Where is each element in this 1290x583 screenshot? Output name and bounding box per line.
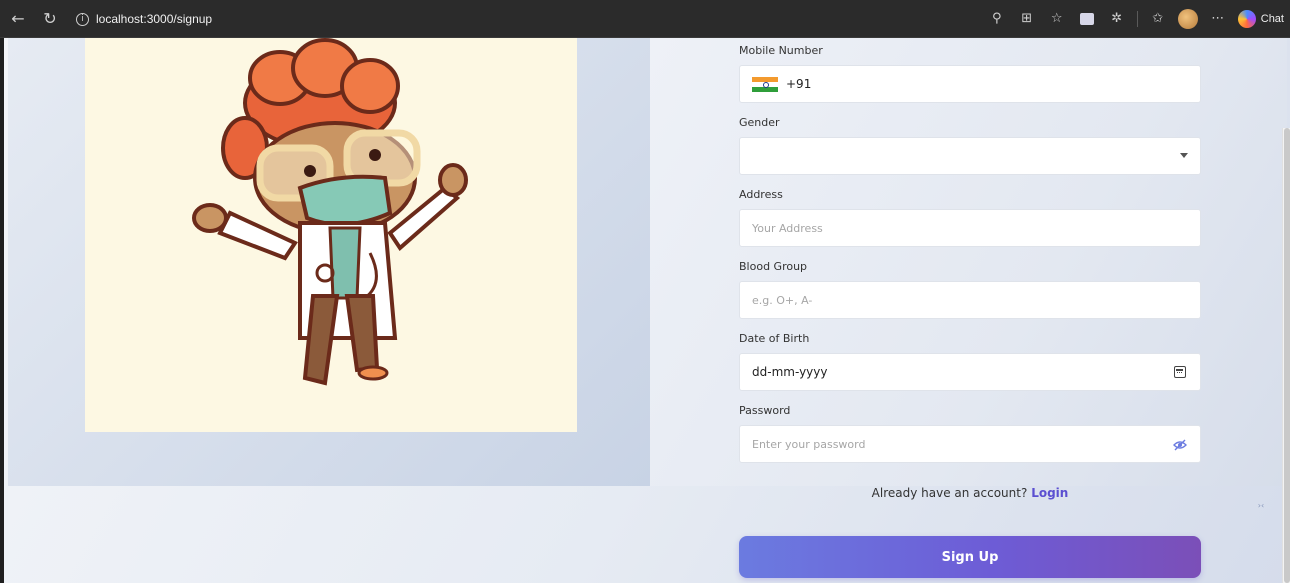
gender-label: Gender	[739, 116, 780, 129]
date-of-birth-value: dd-mm-yyyy	[752, 365, 828, 379]
address-bar[interactable]: i localhost:3000/signup	[70, 8, 222, 30]
copilot-icon	[1237, 10, 1256, 28]
address-field[interactable]	[739, 209, 1201, 247]
copilot-chat-button[interactable]: Chat	[1237, 10, 1284, 28]
address-input[interactable]	[752, 210, 1188, 246]
address-label: Address	[739, 188, 783, 201]
favorite-star-icon[interactable]: ☆	[1047, 9, 1067, 29]
more-icon[interactable]: ⋯	[1208, 9, 1228, 29]
apps-icon[interactable]: ⊞	[1017, 9, 1037, 29]
favorites-icon[interactable]: ✩	[1148, 9, 1168, 29]
illustration-panel	[8, 38, 650, 486]
doctor-cartoon-icon	[192, 38, 468, 386]
browser-toolbar: ← ↻ i localhost:3000/signup ⚲ ⊞ ☆ ✲ ✩ ⋯ …	[0, 0, 1290, 38]
chat-label: Chat	[1260, 13, 1284, 25]
login-prompt: Already have an account? Login	[739, 486, 1201, 500]
eye-off-icon[interactable]	[1173, 438, 1187, 452]
url-text: localhost:3000/signup	[96, 12, 213, 26]
calendar-icon[interactable]	[1174, 366, 1186, 378]
date-of-birth-field[interactable]: dd-mm-yyyy	[739, 353, 1201, 391]
feedback-widget-icon[interactable]: ›‹	[1252, 498, 1270, 514]
toolbar-tools: ⚲ ⊞ ☆ ✲ ✩ ⋯ Chat	[987, 6, 1284, 32]
gender-select[interactable]	[739, 137, 1201, 175]
india-flag-icon[interactable]	[752, 76, 778, 92]
back-icon[interactable]: ←	[8, 9, 28, 29]
country-code: +91	[786, 77, 812, 91]
profile-avatar[interactable]	[1177, 9, 1198, 29]
sign-up-button[interactable]: Sign Up	[739, 536, 1201, 578]
password-field[interactable]	[739, 425, 1201, 463]
doctor-illustration	[85, 38, 577, 432]
search-icon[interactable]: ⚲	[987, 9, 1007, 29]
blood-group-label: Blood Group	[739, 260, 808, 273]
blood-group-field[interactable]	[739, 281, 1201, 319]
login-link[interactable]: Login	[1031, 486, 1068, 500]
password-label: Password	[739, 404, 791, 417]
mobile-number-field[interactable]: +91	[739, 65, 1201, 103]
page-viewport: Mobile Number +91 Gender Address Blood G…	[0, 38, 1290, 583]
page-scrollbar[interactable]	[1282, 128, 1290, 583]
login-prompt-text: Already have an account?	[871, 486, 1028, 500]
mail-extension-icon[interactable]	[1079, 13, 1094, 25]
extensions-icon[interactable]: ✲	[1107, 9, 1127, 29]
toolbar-divider	[1136, 11, 1138, 27]
blood-group-input[interactable]	[752, 282, 1188, 318]
password-input[interactable]	[752, 426, 1188, 462]
chevron-down-icon[interactable]	[1180, 153, 1188, 158]
date-of-birth-label: Date of Birth	[739, 332, 810, 345]
scrollbar-thumb[interactable]	[1284, 128, 1290, 583]
refresh-icon[interactable]: ↻	[40, 9, 60, 29]
mobile-number-label: Mobile Number	[739, 44, 823, 57]
info-icon[interactable]: i	[76, 12, 89, 26]
